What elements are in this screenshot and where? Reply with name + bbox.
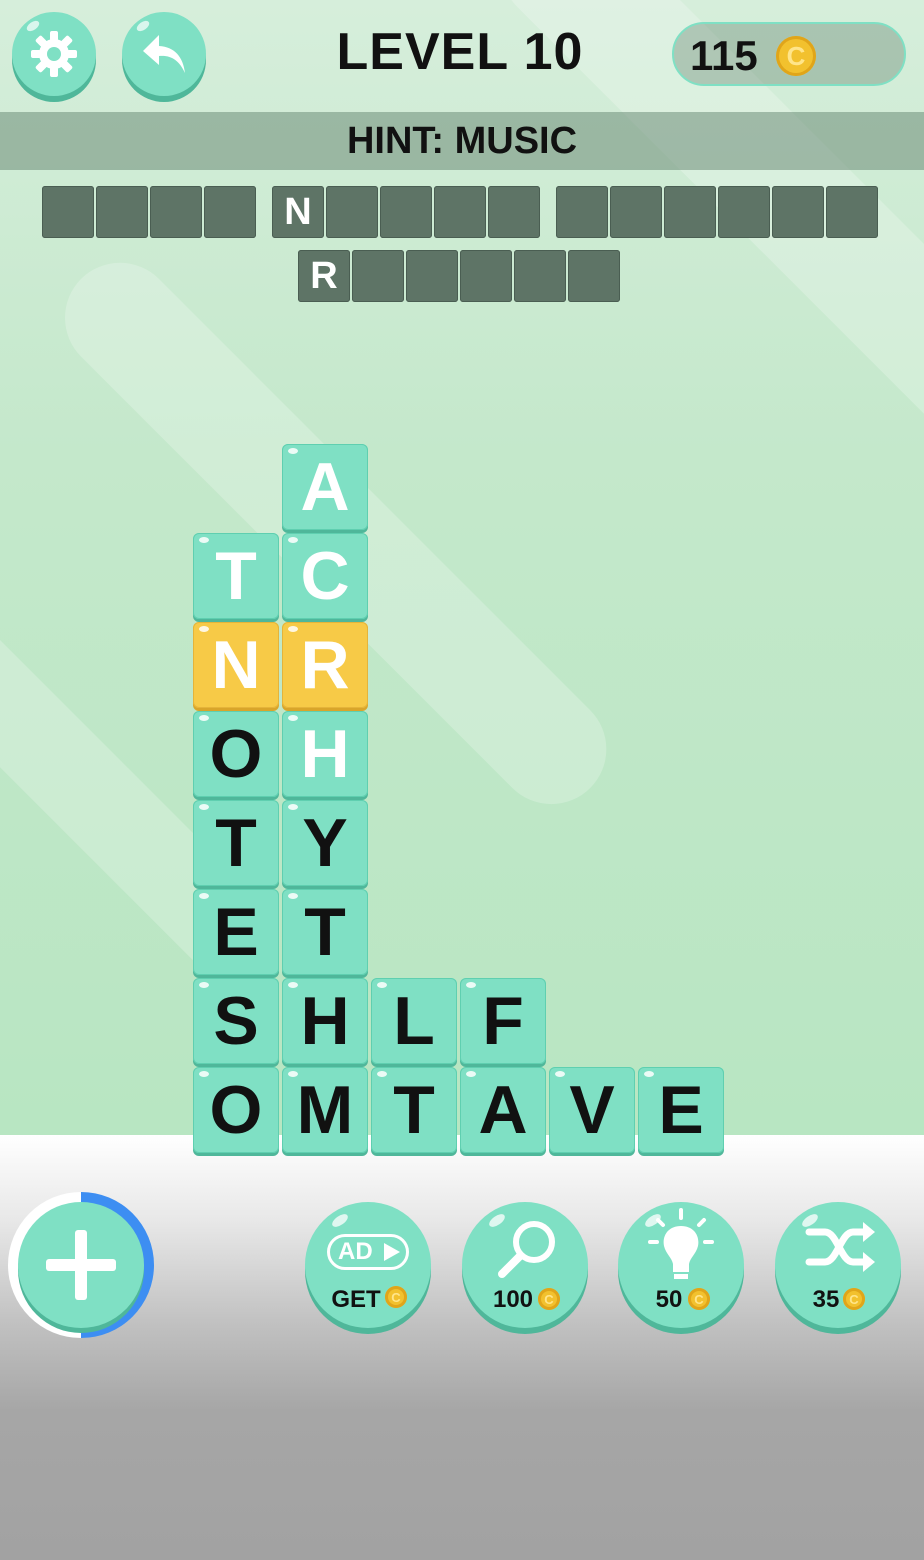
letter-tile[interactable]: O — [193, 1067, 279, 1153]
answer-slot — [352, 250, 404, 302]
settings-button[interactable] — [12, 12, 96, 96]
lightbulb-icon — [648, 1208, 714, 1279]
shuffle-icon — [805, 1222, 875, 1272]
add-coins-button-face — [18, 1202, 144, 1328]
answer-slot — [718, 186, 770, 238]
hint-bar: HINT: MUSIC — [0, 112, 924, 170]
magnifier-button[interactable]: 100 C — [462, 1202, 588, 1328]
hint-text: HINT: MUSIC — [346, 120, 578, 162]
answer-slot — [326, 186, 378, 238]
selected-letter-tile[interactable]: R — [282, 622, 368, 708]
answer-slot — [434, 186, 486, 238]
hint-bulb-button[interactable]: 50 C — [618, 1202, 744, 1328]
letter-tile[interactable]: T — [193, 800, 279, 886]
letter-tile[interactable]: Y — [282, 800, 368, 886]
coin-icon: C — [538, 1288, 560, 1310]
letter-tile[interactable]: E — [193, 889, 279, 975]
letter-tile[interactable]: S — [193, 978, 279, 1064]
shuffle-cost-wrap: 35 — [763, 1286, 889, 1314]
level-title: LEVEL 10 — [336, 23, 584, 81]
ad-label: GET — [331, 1286, 381, 1313]
watch-ad-button[interactable]: AD GET C — [305, 1202, 431, 1328]
gear-icon — [31, 31, 77, 77]
shuffle-cost: 35 — [812, 1286, 840, 1313]
letter-tile[interactable]: M — [282, 1067, 368, 1153]
coin-count: 115 — [690, 32, 758, 79]
coin-icon: C — [776, 36, 816, 76]
letter-tile[interactable]: F — [460, 978, 546, 1064]
answer-slot: N — [272, 186, 324, 238]
answer-slot: R — [298, 250, 350, 302]
coin-counter[interactable]: 115 C — [672, 22, 906, 86]
answer-slot — [826, 186, 878, 238]
letter-tile[interactable]: T — [371, 1067, 457, 1153]
letter-tile[interactable]: V — [549, 1067, 635, 1153]
answer-slot — [772, 186, 824, 238]
letter-tile[interactable]: H — [282, 978, 368, 1064]
answer-slot — [42, 186, 94, 238]
letter-tile[interactable]: E — [638, 1067, 724, 1153]
answer-slot — [204, 186, 256, 238]
shuffle-button[interactable]: 35 C — [775, 1202, 901, 1328]
letter-tile[interactable]: T — [282, 889, 368, 975]
coin-icon: C — [843, 1288, 865, 1310]
coin-icon: C — [385, 1286, 407, 1308]
ad-badge-text: AD — [338, 1238, 373, 1265]
back-button[interactable] — [122, 12, 206, 96]
play-icon — [384, 1243, 400, 1261]
back-arrow-icon — [143, 35, 185, 73]
answer-slot — [514, 250, 566, 302]
answer-slot — [406, 250, 458, 302]
add-coins-button[interactable] — [8, 1192, 154, 1338]
answer-slot — [610, 186, 662, 238]
letter-tile[interactable]: C — [282, 533, 368, 619]
letter-tile[interactable]: A — [282, 444, 368, 530]
answer-slot — [150, 186, 202, 238]
controls-panel — [0, 1135, 924, 1560]
answer-slot — [460, 250, 512, 302]
bulb-cost-wrap: 50 — [606, 1286, 732, 1314]
letter-tile[interactable]: A — [460, 1067, 546, 1153]
answer-slot — [556, 186, 608, 238]
coin-icon: C — [688, 1288, 710, 1310]
plus-icon — [46, 1230, 116, 1300]
magnifier-cost: 100 — [492, 1286, 534, 1313]
letter-tile[interactable]: O — [193, 711, 279, 797]
answer-slot — [488, 186, 540, 238]
answer-slot — [380, 186, 432, 238]
selected-letter-tile[interactable]: N — [193, 622, 279, 708]
background — [0, 0, 924, 1135]
answer-slot — [664, 186, 716, 238]
answer-slot — [96, 186, 148, 238]
bulb-cost: 50 — [655, 1286, 683, 1313]
letter-tile[interactable]: T — [193, 533, 279, 619]
ad-video-icon: AD — [327, 1234, 409, 1270]
letter-tile[interactable]: L — [371, 978, 457, 1064]
answer-slot — [568, 250, 620, 302]
magnifier-icon — [498, 1221, 555, 1278]
letter-tile[interactable]: H — [282, 711, 368, 797]
